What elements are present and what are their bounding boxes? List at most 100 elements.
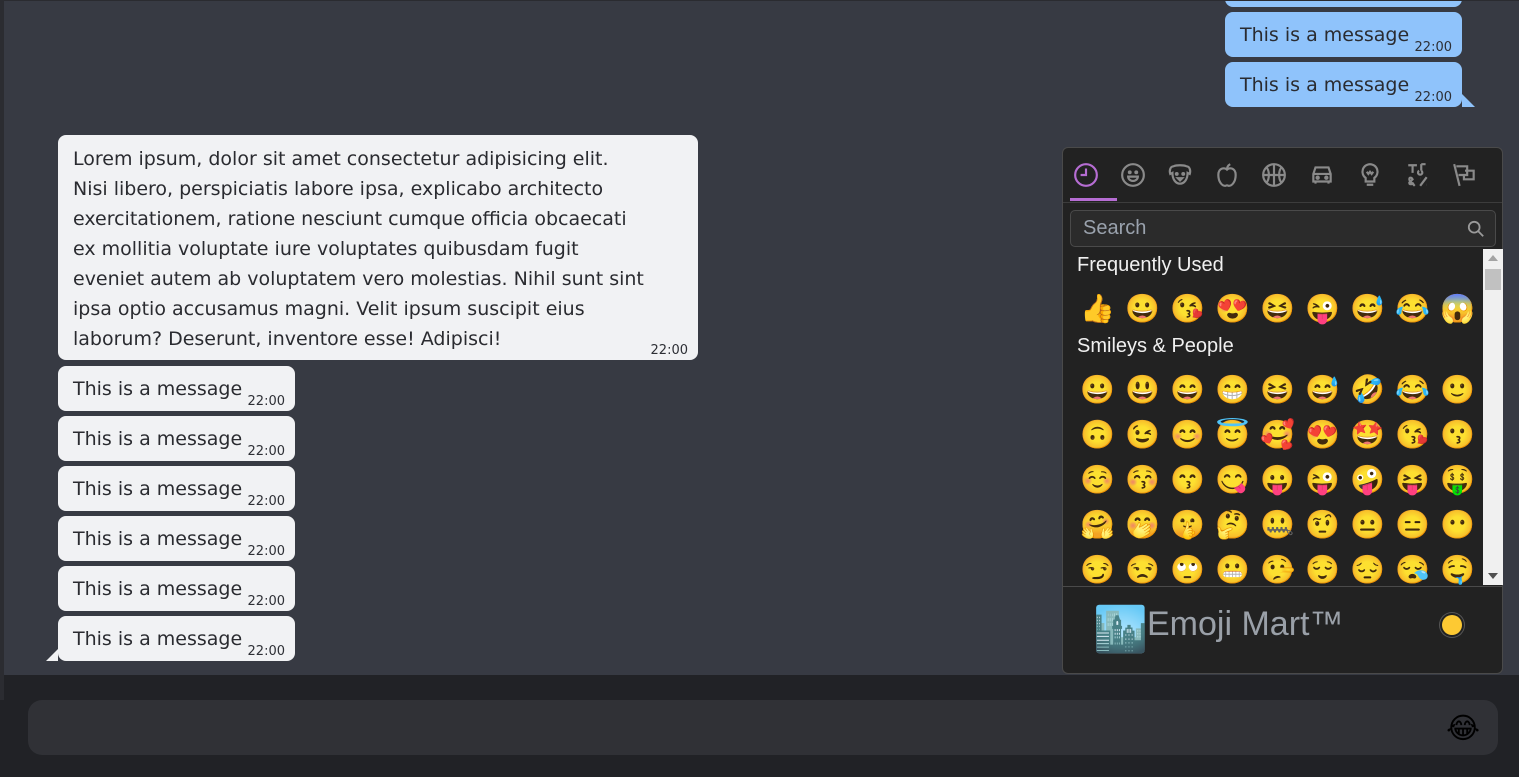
emoji-button[interactable]: 😘	[1390, 415, 1435, 455]
emoji-button[interactable]: 😐	[1345, 505, 1390, 545]
category-objects[interactable]	[1355, 160, 1385, 190]
emoji-button[interactable]: 🤫	[1165, 505, 1210, 545]
emoji-button[interactable]: 😆	[1255, 289, 1300, 329]
emoji-button[interactable]: 😏	[1075, 550, 1120, 585]
emoji-button[interactable]: 😱	[1435, 289, 1480, 329]
emoji-preview: 🏙️ Emoji Mart™	[1063, 586, 1502, 674]
incoming-message: This is a message 22:00	[58, 566, 295, 611]
message-time: 22:00	[247, 544, 285, 559]
emoji-button[interactable]: 😌	[1300, 550, 1345, 585]
incoming-message: Lorem ipsum, dolor sit amet consectetur …	[58, 135, 698, 360]
symbols-icon	[1408, 163, 1428, 187]
emoji-button[interactable]: 😝	[1390, 460, 1435, 500]
search-icon	[1467, 220, 1484, 237]
emoji-button[interactable]: 🤔	[1210, 505, 1255, 545]
outgoing-message: This is a message 22:00	[1225, 12, 1462, 57]
category-frequently-used[interactable]	[1071, 160, 1101, 190]
emoji-list[interactable]: Frequently Used 👍 😀 😘 😍 😆 😜 😅 😂 😱 Smileys & Peop…	[1063, 249, 1483, 585]
category-animals-nature[interactable]	[1165, 160, 1195, 190]
emoji-button[interactable]: 😅	[1345, 289, 1390, 329]
emoji-button[interactable]: 😀	[1120, 289, 1165, 329]
emoji-button[interactable]: 😘	[1165, 289, 1210, 329]
emoji-row: ☺️ 😚 😙 😋 😛 😜 🤪 😝 🤑	[1075, 460, 1480, 500]
emoji-button[interactable]: 🙄	[1165, 550, 1210, 585]
emoji-button[interactable]: 😬	[1210, 550, 1255, 585]
emoji-button[interactable]: 😛	[1255, 460, 1300, 500]
category-symbols[interactable]	[1403, 160, 1433, 190]
preview-emoji: 🏙️	[1093, 605, 1148, 654]
emoji-button[interactable]: 😜	[1300, 289, 1345, 329]
bubble-tail	[1462, 94, 1475, 107]
message-text: This is a message	[73, 578, 243, 600]
incoming-message: This is a message 22:00	[46, 616, 295, 661]
clock-icon	[1074, 163, 1098, 187]
emoji-button[interactable]: 😆	[1255, 370, 1300, 410]
outgoing-message	[1225, 1, 1462, 7]
incoming-message: This is a message 22:00	[58, 416, 295, 461]
emoji-list-scrollbar[interactable]	[1483, 249, 1503, 585]
emoji-button[interactable]: 🥰	[1255, 415, 1300, 455]
emoji-button[interactable]: 🤥	[1255, 550, 1300, 585]
scroll-up-arrow[interactable]	[1488, 255, 1498, 261]
emoji-button[interactable]: 😄	[1165, 370, 1210, 410]
emoji-button[interactable]: 👍	[1075, 289, 1120, 329]
emoji-button[interactable]: 🤩	[1345, 415, 1390, 455]
category-activity[interactable]	[1259, 160, 1289, 190]
scrollbar-thumb[interactable]	[1485, 269, 1501, 290]
scroll-down-arrow[interactable]	[1488, 573, 1498, 579]
emoji-button[interactable]: 🤐	[1255, 505, 1300, 545]
emoji-button[interactable]: 🤤	[1435, 550, 1480, 585]
emoji-button[interactable]: 😂	[1390, 370, 1435, 410]
emoji-button[interactable]: 😑	[1390, 505, 1435, 545]
emoji-button[interactable]: 😶	[1435, 505, 1480, 545]
emoji-button[interactable]: 😇	[1210, 415, 1255, 455]
smiley-icon	[1121, 163, 1145, 187]
category-bar	[1063, 148, 1502, 203]
emoji-button[interactable]: 😍	[1210, 289, 1255, 329]
basketball-icon	[1262, 163, 1286, 187]
emoji-button[interactable]: 😅	[1300, 370, 1345, 410]
emoji-button[interactable]: 😀	[1075, 370, 1120, 410]
emoji-button[interactable]: 🤗	[1075, 505, 1120, 545]
emoji-button[interactable]: 😂	[1390, 289, 1435, 329]
emoji-button[interactable]: 🤭	[1120, 505, 1165, 545]
category-food-drink[interactable]	[1212, 160, 1242, 190]
message-text: This is a message	[73, 528, 243, 550]
emoji-search	[1070, 210, 1496, 247]
message-text: This is a message	[73, 478, 243, 500]
emoji-row: 🤗 🤭 🤫 🤔 🤐 🤨 😐 😑 😶	[1075, 505, 1480, 545]
emoji-search-input[interactable]	[1071, 211, 1451, 246]
emoji-button[interactable]: ☺️	[1075, 460, 1120, 500]
flag-icon	[1453, 163, 1475, 187]
emoji-button[interactable]: 🤣	[1345, 370, 1390, 410]
message-input[interactable]	[28, 700, 1428, 755]
emoji-button[interactable]: 🙃	[1075, 415, 1120, 455]
emoji-button[interactable]: 😔	[1345, 550, 1390, 585]
emoji-button[interactable]: 😚	[1120, 460, 1165, 500]
emoji-button[interactable]: 😃	[1120, 370, 1165, 410]
message-composer: 😂	[28, 700, 1498, 755]
emoji-button[interactable]: 😍	[1300, 415, 1345, 455]
emoji-button[interactable]: 😒	[1120, 550, 1165, 585]
emoji-button[interactable]: 😪	[1390, 550, 1435, 585]
emoji-button[interactable]: 🤑	[1435, 460, 1480, 500]
emoji-picker-toggle-button[interactable]: 😂	[1446, 710, 1480, 746]
emoji-button[interactable]: 🤪	[1345, 460, 1390, 500]
emoji-button[interactable]: 😊	[1165, 415, 1210, 455]
car-icon	[1312, 166, 1332, 184]
skin-tone-selector[interactable]	[1442, 615, 1462, 635]
emoji-button[interactable]: 😋	[1210, 460, 1255, 500]
message-text: This is a message	[1240, 74, 1410, 96]
emoji-button[interactable]: 😙	[1165, 460, 1210, 500]
emoji-button[interactable]: 🤨	[1300, 505, 1345, 545]
dog-icon	[1168, 164, 1192, 185]
message-text: This is a message	[1240, 24, 1410, 46]
emoji-button[interactable]: 🙂	[1435, 370, 1480, 410]
emoji-button[interactable]: 😜	[1300, 460, 1345, 500]
category-travel-places[interactable]	[1307, 160, 1337, 190]
category-flags[interactable]	[1450, 160, 1480, 190]
emoji-button[interactable]: 😗	[1435, 415, 1480, 455]
emoji-button[interactable]: 😉	[1120, 415, 1165, 455]
category-smileys-people[interactable]	[1118, 160, 1148, 190]
emoji-button[interactable]: 😁	[1210, 370, 1255, 410]
